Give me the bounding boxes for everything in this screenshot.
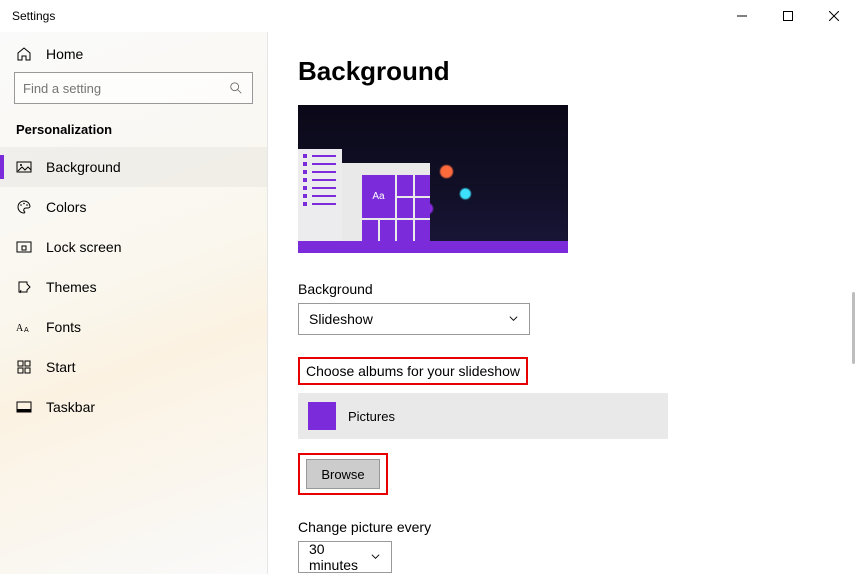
change-every-select[interactable]: 30 minutes	[298, 541, 392, 573]
background-select[interactable]: Slideshow	[298, 303, 530, 335]
nav-fonts[interactable]: AA Fonts	[0, 307, 267, 347]
nav-item-label: Fonts	[46, 319, 81, 335]
picture-icon	[16, 159, 32, 175]
annotation-highlight: Choose albums for your slideshow	[298, 357, 528, 385]
annotation-highlight: Browse	[298, 453, 388, 495]
chevron-down-icon	[508, 311, 519, 327]
nav-item-label: Background	[46, 159, 121, 175]
scrollbar[interactable]	[852, 292, 855, 364]
desktop-preview: Aa	[298, 105, 568, 253]
nav-home-label: Home	[46, 46, 83, 62]
titlebar: Settings	[0, 0, 857, 32]
minimize-button[interactable]	[719, 0, 765, 32]
nav-colors[interactable]: Colors	[0, 187, 267, 227]
nav-home[interactable]: Home	[0, 36, 267, 72]
browse-button[interactable]: Browse	[306, 459, 380, 489]
maximize-button[interactable]	[765, 0, 811, 32]
album-row[interactable]: Pictures	[298, 393, 668, 439]
palette-icon	[16, 199, 32, 215]
category-label: Personalization	[0, 116, 267, 147]
nav-taskbar[interactable]: Taskbar	[0, 387, 267, 427]
window-title: Settings	[12, 9, 55, 23]
close-button[interactable]	[811, 0, 857, 32]
nav-item-label: Colors	[46, 199, 86, 215]
start-icon	[16, 359, 32, 375]
nav-themes[interactable]: Themes	[0, 267, 267, 307]
svg-text:A: A	[24, 327, 29, 334]
page-title: Background	[298, 56, 827, 87]
fonts-icon: AA	[16, 319, 32, 335]
search-field[interactable]	[23, 81, 228, 96]
nav-item-label: Lock screen	[46, 239, 121, 255]
nav-item-label: Start	[46, 359, 76, 375]
chevron-down-icon	[370, 549, 381, 565]
home-icon	[16, 46, 32, 62]
nav-item-label: Taskbar	[46, 399, 95, 415]
taskbar-icon	[16, 399, 32, 415]
album-name: Pictures	[348, 409, 395, 424]
background-value: Slideshow	[309, 311, 373, 327]
svg-text:A: A	[16, 323, 24, 334]
search-icon	[228, 80, 244, 96]
background-label: Background	[298, 281, 827, 297]
change-every-label: Change picture every	[298, 519, 827, 535]
sidebar: Home Personalization Background Colors	[0, 32, 268, 574]
nav-item-label: Themes	[46, 279, 97, 295]
browse-label: Browse	[321, 467, 364, 482]
change-every-value: 30 minutes	[309, 541, 370, 573]
themes-icon	[16, 279, 32, 295]
nav-start[interactable]: Start	[0, 347, 267, 387]
nav-lockscreen[interactable]: Lock screen	[0, 227, 267, 267]
content: Background Aa Background Slideshow	[268, 32, 857, 574]
search-input[interactable]	[14, 72, 253, 104]
nav-background[interactable]: Background	[0, 147, 267, 187]
album-thumb	[308, 402, 336, 430]
choose-albums-label: Choose albums for your slideshow	[306, 363, 520, 379]
preview-tile-text: Aa	[362, 175, 395, 218]
lockscreen-icon	[16, 239, 32, 255]
